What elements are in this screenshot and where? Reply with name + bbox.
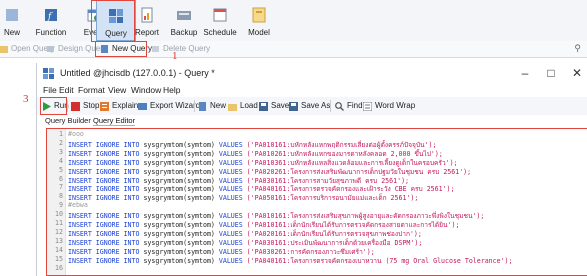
annotation-3: 3 — [23, 93, 29, 105]
tab-query-builder[interactable]: Query Builder — [45, 116, 91, 125]
query-window-icon — [43, 68, 54, 79]
toolbar-separator — [67, 100, 68, 112]
save-button[interactable]: Save — [258, 100, 289, 112]
maximize-icon[interactable]: □ — [544, 66, 558, 80]
run-highlight-box — [40, 97, 67, 115]
load-button[interactable]: Load — [227, 100, 258, 112]
query-toolbar: Run Stop Explain Export Wizard New Load … — [37, 97, 587, 116]
menu-format[interactable]: Format — [78, 85, 105, 95]
load-folder-icon — [228, 104, 237, 111]
editor-highlight-box — [46, 128, 587, 276]
export-icon — [138, 103, 147, 110]
save-as-icon — [289, 102, 298, 111]
explain-icon — [100, 102, 109, 111]
object-toolbar: Open Query Design Query New Query Delete… — [0, 41, 587, 58]
word-wrap-button[interactable]: Word Wrap — [362, 100, 415, 112]
function-icon: f — [45, 9, 57, 22]
query-highlight-box — [91, 0, 135, 42]
new-button[interactable]: New — [197, 100, 226, 112]
word-wrap-icon — [363, 102, 372, 111]
new-query-highlight-box — [95, 41, 147, 57]
report-icon — [141, 7, 153, 23]
window-titlebar: Untitled @jhcisdb (127.0.0.1) - Query * … — [37, 63, 587, 84]
main-ribbon: New f Function Event Query Report Backup… — [0, 0, 587, 41]
editor-tabs: Query Builder Query Editor — [37, 115, 587, 126]
save-icon — [259, 102, 268, 111]
delete-icon — [152, 46, 159, 52]
save-as-button[interactable]: Save As — [288, 100, 330, 112]
search-icon[interactable]: ⚲ — [574, 43, 581, 54]
ribbon-schedule-button[interactable]: Schedule — [198, 0, 242, 41]
ribbon-function-button[interactable]: f Function — [29, 0, 73, 41]
menu-window[interactable]: Window — [131, 85, 161, 95]
query-window: Untitled @jhcisdb (127.0.0.1) - Query * … — [36, 63, 587, 276]
export-wizard-button[interactable]: Export Wizard — [137, 100, 200, 112]
ribbon-model-button[interactable]: Model — [237, 0, 281, 41]
menu-edit[interactable]: Edit — [59, 85, 74, 95]
tab-query-editor[interactable]: Query Editor — [93, 116, 136, 126]
menu-help[interactable]: Help — [163, 85, 180, 95]
backup-icon — [177, 11, 191, 20]
menu-view[interactable]: View — [108, 85, 126, 95]
minimize-icon[interactable]: – — [518, 66, 532, 80]
stop-icon — [71, 102, 80, 111]
annotation-1: 1 — [172, 50, 178, 62]
model-icon — [252, 7, 266, 23]
delete-query-button[interactable]: Delete Query — [150, 43, 210, 55]
toolbar-separator — [194, 100, 195, 112]
explain-button[interactable]: Explain — [99, 100, 138, 112]
new-doc-icon — [199, 102, 206, 111]
menu-bar: File Edit Format View Window Help — [37, 84, 587, 97]
toolbar-separator — [330, 100, 331, 112]
find-icon — [335, 102, 344, 111]
schedule-icon — [213, 8, 227, 22]
open-folder-icon — [0, 46, 8, 53]
find-button[interactable]: Find — [334, 100, 363, 112]
menu-file[interactable]: File — [43, 85, 57, 95]
new-icon — [6, 9, 18, 21]
design-icon — [47, 46, 54, 52]
close-icon[interactable]: ✕ — [570, 66, 584, 80]
stop-button[interactable]: Stop — [70, 100, 99, 112]
window-title: Untitled @jhcisdb (127.0.0.1) - Query * — [60, 68, 215, 78]
